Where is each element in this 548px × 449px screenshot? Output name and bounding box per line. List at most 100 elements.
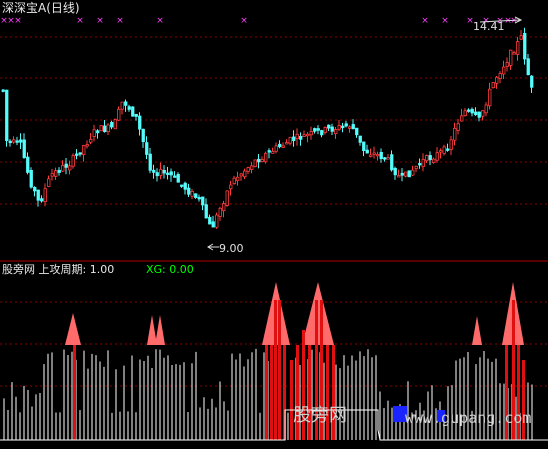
candle-body bbox=[166, 172, 170, 175]
candle-body bbox=[344, 123, 348, 127]
candle-body bbox=[183, 182, 187, 190]
candle-body bbox=[120, 101, 124, 110]
candle-body bbox=[155, 172, 159, 177]
candle-body bbox=[358, 135, 362, 143]
candle-body bbox=[22, 139, 26, 158]
signal-marker: × bbox=[421, 16, 429, 26]
candle-body bbox=[292, 136, 296, 142]
candle-body bbox=[302, 134, 306, 137]
candle-body bbox=[173, 175, 177, 178]
candle-body bbox=[40, 198, 44, 202]
peak-area bbox=[155, 315, 165, 345]
candle-body bbox=[348, 126, 352, 129]
candle-body bbox=[29, 170, 33, 188]
candle-body bbox=[124, 101, 128, 106]
candle-body bbox=[257, 158, 261, 163]
candle-body bbox=[19, 139, 23, 143]
candle-body bbox=[285, 142, 289, 145]
watermark-url: www.gupang.com bbox=[405, 409, 532, 427]
candle-body bbox=[484, 104, 488, 114]
candle-body bbox=[509, 49, 513, 66]
candle-body bbox=[418, 163, 422, 166]
candle-body bbox=[138, 115, 142, 130]
candle-body bbox=[169, 171, 173, 176]
candle-body bbox=[61, 165, 65, 172]
candle-body bbox=[176, 174, 180, 183]
high-price-label: 14.41 bbox=[473, 20, 505, 33]
candle-body bbox=[404, 171, 408, 177]
candle-body bbox=[78, 152, 82, 155]
candle-body bbox=[481, 110, 485, 117]
candle-body bbox=[428, 155, 432, 161]
candle-body bbox=[75, 153, 79, 156]
candle-body bbox=[526, 58, 530, 76]
red-bar bbox=[265, 345, 268, 440]
candle-body bbox=[33, 186, 37, 192]
candle-body bbox=[316, 128, 320, 131]
chart-canvas[interactable]: ××××××××××××××× bbox=[0, 0, 548, 445]
candle-body bbox=[127, 106, 131, 110]
candle-body bbox=[50, 173, 54, 177]
candle-body bbox=[194, 193, 198, 198]
candle-body bbox=[421, 159, 425, 167]
signal-marker: × bbox=[14, 16, 22, 26]
signal-marker: × bbox=[76, 16, 84, 26]
candle-body bbox=[299, 135, 303, 140]
candle-body bbox=[351, 124, 355, 130]
candle-body bbox=[341, 125, 345, 129]
candle-body bbox=[250, 165, 254, 170]
candle-body bbox=[400, 172, 404, 176]
candle-body bbox=[463, 110, 467, 117]
candle-body bbox=[439, 150, 443, 153]
candle-body bbox=[313, 128, 317, 132]
candle-body bbox=[502, 66, 506, 75]
xg-value: XG: 0.00 bbox=[146, 263, 194, 276]
candle-body bbox=[96, 130, 100, 134]
low-price-label: 9.00 bbox=[219, 242, 244, 255]
candle-body bbox=[383, 157, 387, 160]
peak-area bbox=[472, 316, 482, 345]
candle-body bbox=[446, 148, 450, 151]
signal-markers: ××××××××××××××× bbox=[0, 16, 518, 26]
candle-body bbox=[274, 145, 278, 152]
candle-body bbox=[201, 196, 205, 206]
candle-body bbox=[68, 165, 72, 171]
candle-body bbox=[355, 127, 359, 136]
candle-body bbox=[425, 155, 429, 162]
candle-body bbox=[271, 151, 275, 154]
candle-body bbox=[113, 119, 117, 130]
candle-body bbox=[43, 188, 47, 203]
candle-body bbox=[260, 159, 264, 163]
candle-body bbox=[215, 214, 219, 228]
candle-body bbox=[516, 41, 520, 55]
candle-body bbox=[117, 108, 121, 121]
candle-body bbox=[306, 133, 310, 137]
candle-body bbox=[474, 111, 478, 116]
chart-title: 深深宝A(日线) bbox=[2, 2, 80, 14]
candle-body bbox=[460, 115, 464, 122]
candle-body bbox=[281, 145, 285, 148]
candle-body bbox=[54, 170, 58, 177]
candle-body bbox=[243, 170, 247, 178]
candle-body bbox=[239, 173, 243, 177]
candle-body bbox=[407, 170, 411, 178]
candle-body bbox=[278, 143, 282, 148]
candle-body bbox=[337, 125, 341, 130]
red-bar bbox=[522, 360, 525, 440]
candle-body bbox=[12, 139, 16, 143]
candle-body bbox=[85, 144, 89, 147]
candle-body bbox=[288, 136, 292, 144]
candle-body bbox=[323, 127, 327, 133]
candle-body bbox=[495, 76, 499, 84]
candle-body bbox=[89, 138, 93, 143]
candle-body bbox=[512, 52, 516, 55]
candle-body bbox=[26, 156, 30, 173]
candle-body bbox=[64, 163, 68, 168]
candle-body bbox=[106, 124, 110, 133]
candle-body bbox=[82, 145, 86, 156]
red-bar bbox=[290, 360, 293, 440]
candle-body bbox=[110, 121, 114, 128]
candle-body bbox=[5, 89, 9, 142]
candle-body bbox=[414, 165, 418, 170]
candlesticks bbox=[1, 27, 534, 229]
